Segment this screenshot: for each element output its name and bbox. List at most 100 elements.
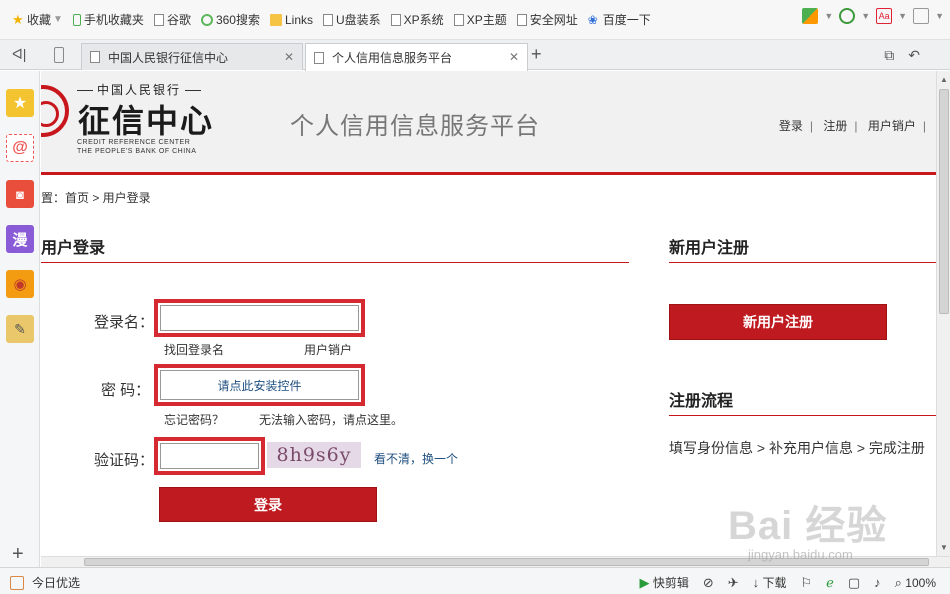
tab-credit-center[interactable]: 中国人民银行征信中心 ✕ bbox=[81, 43, 303, 70]
quick-cut-button[interactable]: ▶ 快剪辑 bbox=[639, 574, 688, 591]
360-icon bbox=[200, 13, 213, 26]
horizontal-scrollbar[interactable] bbox=[41, 556, 950, 567]
window-icon[interactable]: ▢ bbox=[848, 575, 860, 591]
scroll-down-icon[interactable]: ▼ bbox=[940, 543, 948, 552]
zoom-control[interactable]: ⌕ 100% bbox=[895, 575, 936, 591]
logo-en-line1: CREDIT REFERENCE CENTER bbox=[77, 139, 191, 146]
new-user-register-button[interactable]: 新用户注册 bbox=[669, 304, 887, 340]
bookmark-upan[interactable]: U盘装系 bbox=[319, 8, 387, 32]
bookmark-google[interactable]: 谷歌 bbox=[150, 8, 197, 32]
today-picks-link[interactable]: 今日优选 bbox=[32, 574, 80, 591]
page-icon bbox=[153, 13, 164, 26]
captcha-image[interactable]: 8h9s6y bbox=[267, 442, 361, 468]
search-icon: ⌕ bbox=[894, 574, 902, 590]
web-content: 中国人民银行 征信中心 CREDIT REFERENCE CENTER THE … bbox=[41, 71, 936, 556]
cannot-input-link[interactable]: 无法输入密码，请点这里。 bbox=[259, 411, 403, 428]
side-panel: ★ @ ◙ 漫 ◉ ✎ + bbox=[0, 71, 40, 567]
header-cancel-link[interactable]: 用户销户 bbox=[863, 119, 921, 133]
tab-bar: ᐊ| 中国人民银行征信中心 ✕ 个人信用信息服务平台 ✕ + ⧉ ↶ bbox=[0, 40, 950, 71]
horizontal-scroll-thumb[interactable] bbox=[84, 558, 929, 566]
chevron-down-icon[interactable]: ▼ bbox=[861, 11, 870, 21]
weibo-icon[interactable]: ◉ bbox=[6, 270, 34, 298]
password-label: 密 码： bbox=[101, 382, 151, 399]
captcha-input[interactable] bbox=[160, 443, 259, 469]
add-panel-icon[interactable]: + bbox=[12, 543, 24, 566]
page-icon bbox=[314, 51, 324, 64]
username-label: 登录名： bbox=[94, 314, 155, 331]
captcha-label: 验证码： bbox=[94, 452, 155, 469]
gift-icon bbox=[10, 575, 24, 590]
screenshot-icon[interactable] bbox=[913, 8, 930, 24]
chevron-down-icon[interactable]: ▼ bbox=[824, 11, 833, 21]
close-icon[interactable]: ✕ bbox=[509, 50, 519, 64]
bookmark-mobile[interactable]: 手机收藏夹 bbox=[69, 8, 150, 32]
page-icon bbox=[390, 13, 401, 26]
bookmark-xp-system[interactable]: XP系统 bbox=[387, 8, 450, 32]
header-links: 登录 | 注册 | 用户销户 | bbox=[774, 117, 928, 134]
login-button[interactable]: 登录 bbox=[159, 487, 377, 522]
bookmark-links[interactable]: Links bbox=[266, 8, 319, 32]
bookmarks-bar: ★ 收藏 ▼ 手机收藏夹 谷歌 360搜索 Links U盘装系 XP系统 XP主题… bbox=[0, 0, 950, 40]
notes-icon[interactable]: ✎ bbox=[6, 315, 34, 343]
play-icon: ▶ bbox=[639, 575, 650, 590]
folder-icon bbox=[269, 13, 282, 26]
scroll-up-icon[interactable]: ▲ bbox=[940, 75, 948, 84]
bookmark-360[interactable]: 360搜索 bbox=[197, 8, 266, 32]
username-highlight bbox=[154, 299, 365, 337]
undo-close-icon[interactable]: ↶ bbox=[908, 47, 920, 64]
flow-divider bbox=[669, 415, 936, 416]
page-icon bbox=[323, 13, 333, 26]
pin-icon[interactable]: ✈ bbox=[728, 575, 739, 591]
vertical-scrollbar[interactable]: ▲ ▼ bbox=[936, 71, 950, 556]
header-login-link[interactable]: 登录 bbox=[774, 119, 808, 133]
header-register-link[interactable]: 注册 bbox=[818, 119, 852, 133]
chevron-down-icon[interactable]: ▼ bbox=[935, 11, 944, 21]
install-control-link[interactable]: 请点此安装控件 bbox=[160, 370, 359, 400]
shield-icon[interactable] bbox=[839, 8, 856, 24]
vertical-scroll-thumb[interactable] bbox=[939, 89, 949, 314]
captcha-highlight bbox=[154, 437, 265, 475]
chevron-down-icon[interactable]: ▼ bbox=[898, 11, 907, 21]
captcha-refresh-link[interactable]: 看不清，换一个 bbox=[374, 450, 458, 467]
speed-icon[interactable]: ⊘ bbox=[703, 575, 714, 591]
tab-credit-platform[interactable]: 个人信用信息服务平台 ✕ bbox=[305, 43, 528, 71]
flag-icon[interactable]: ⚐ bbox=[801, 575, 813, 591]
bookmark-favorites[interactable]: ★ 收藏 ▼ bbox=[8, 8, 69, 32]
page-icon bbox=[453, 13, 464, 26]
cancel-account-link[interactable]: 用户销户 bbox=[304, 341, 352, 358]
bookmark-xp-theme[interactable]: XP主题 bbox=[450, 8, 513, 32]
mobile-icon[interactable] bbox=[54, 47, 64, 63]
game-icon[interactable]: ◙ bbox=[6, 180, 34, 208]
phone-icon bbox=[72, 13, 81, 26]
login-divider bbox=[41, 262, 629, 263]
download-button[interactable]: ↓ 下载 bbox=[753, 574, 787, 591]
tab-list-icon[interactable]: ⧉ bbox=[884, 47, 894, 64]
status-right: ▶ 快剪辑 ⊘ ✈ ↓ 下载 ⚐ ℯ ▢ ♪ ⌕ 100% bbox=[639, 574, 936, 591]
bookmark-safe-sites[interactable]: 安全网址 bbox=[513, 8, 584, 32]
chevron-down-icon[interactable]: ▼ bbox=[53, 14, 63, 25]
password-highlight: 请点此安装控件 bbox=[154, 364, 365, 406]
browser-mode-icon[interactable]: ℯ bbox=[826, 575, 834, 591]
register-section-title: 新用户注册 bbox=[669, 240, 750, 257]
close-icon[interactable]: ✕ bbox=[284, 50, 294, 64]
forgot-password-link[interactable]: 忘记密码？ bbox=[164, 411, 224, 428]
paw-icon: ❀ bbox=[587, 12, 598, 27]
page-icon bbox=[516, 13, 527, 26]
mail-icon[interactable]: @ bbox=[6, 134, 34, 162]
find-username-link[interactable]: 找回登录名 bbox=[164, 341, 224, 358]
favorites-star-icon[interactable]: ★ bbox=[6, 89, 34, 117]
new-tab-button[interactable]: + bbox=[531, 44, 542, 65]
logo-seal-icon bbox=[41, 85, 69, 137]
comic-icon[interactable]: 漫 bbox=[6, 225, 34, 253]
tab-tools: ⧉ ↶ bbox=[884, 47, 920, 64]
register-steps: 填写身份信息 > 补充用户信息 > 完成注册 bbox=[669, 440, 925, 456]
apps-icon[interactable] bbox=[802, 8, 819, 24]
translate-icon[interactable]: Aa bbox=[876, 8, 893, 24]
logo-main-text: 征信中心 bbox=[78, 102, 215, 140]
sound-icon[interactable]: ♪ bbox=[874, 575, 881, 590]
sidebar-toggle-icon[interactable]: ᐊ| bbox=[12, 46, 26, 63]
star-icon: ★ bbox=[12, 11, 24, 27]
username-input[interactable] bbox=[160, 305, 359, 331]
bookmark-baidu[interactable]: ❀ 百度一下 bbox=[584, 8, 657, 32]
logo-en-line2: THE PEOPLE'S BANK OF CHINA bbox=[77, 148, 197, 155]
